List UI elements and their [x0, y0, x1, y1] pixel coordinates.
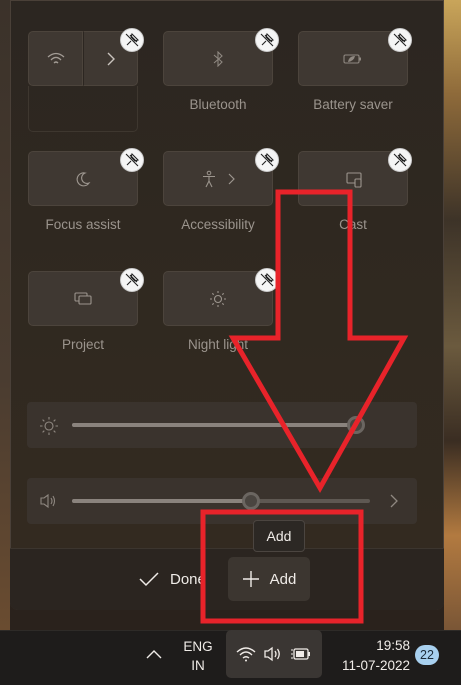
- tile-label: Project: [61, 337, 105, 352]
- unpin-icon: [393, 33, 407, 47]
- checkmark-icon: [139, 572, 159, 587]
- volume-thumb[interactable]: [241, 492, 260, 510]
- unpin-wifi-button[interactable]: [120, 28, 144, 52]
- add-label: Add: [269, 570, 297, 588]
- project-icon: [74, 291, 92, 305]
- battery-charging-icon: [291, 648, 311, 660]
- wifi-icon: [236, 647, 256, 662]
- desktop-wallpaper-left: [0, 0, 10, 630]
- language-region: IN: [191, 658, 205, 673]
- unpin-cast-button[interactable]: [388, 148, 412, 172]
- unpin-icon: [260, 273, 274, 287]
- done-label: Done: [170, 570, 206, 588]
- unpin-battery-saver-button[interactable]: [388, 28, 412, 52]
- add-button[interactable]: Add: [228, 557, 310, 601]
- sun-icon: [40, 417, 58, 435]
- add-tooltip: Add: [253, 520, 305, 552]
- cast-icon: [346, 172, 362, 188]
- language-indicator[interactable]: ENG IN: [178, 637, 218, 675]
- tile-label: Battery saver: [313, 97, 393, 112]
- unpin-bluetooth-button[interactable]: [255, 28, 279, 52]
- system-tray-quick-settings[interactable]: [226, 630, 322, 678]
- chevron-right-icon: [228, 173, 235, 184]
- tile-body: [28, 86, 138, 132]
- unpin-icon: [125, 153, 139, 167]
- notification-badge[interactable]: 22: [415, 645, 439, 665]
- clock-time: 19:58: [376, 638, 410, 653]
- unpin-icon: [260, 33, 274, 47]
- brightness-thumb[interactable]: [347, 416, 366, 434]
- night-light-icon: [210, 290, 226, 307]
- accessibility-icon: [203, 170, 215, 187]
- unpin-icon: [260, 153, 274, 167]
- unpin-icon: [125, 273, 139, 287]
- brightness-slider-row: [27, 402, 417, 448]
- wifi-icon: [47, 52, 64, 63]
- unpin-icon: [393, 153, 407, 167]
- unpin-focus-assist-button[interactable]: [120, 148, 144, 172]
- battery-saver-icon: [343, 53, 361, 64]
- done-button[interactable]: Done: [138, 564, 206, 594]
- tile-label: Accessibility: [181, 217, 255, 232]
- unpin-icon: [125, 33, 139, 47]
- unpin-night-light-button[interactable]: [255, 268, 279, 292]
- volume-slider-row: [27, 478, 417, 524]
- chevron-right-icon[interactable]: [389, 494, 399, 508]
- chevron-up-icon[interactable]: [146, 649, 162, 659]
- volume-fill: [72, 499, 251, 503]
- plus-icon: [242, 571, 259, 587]
- quick-settings-footer: [10, 548, 444, 610]
- wifi-toggle-button[interactable]: [28, 31, 83, 86]
- speaker-icon: [40, 493, 56, 509]
- chevron-right-icon: [107, 52, 115, 65]
- unpin-project-button[interactable]: [120, 268, 144, 292]
- clock-date: 11-07-2022: [341, 658, 410, 673]
- volume-icon: [264, 646, 280, 662]
- tile-label: Night light: [187, 337, 249, 352]
- desktop-wallpaper-right: [444, 0, 461, 630]
- moon-icon: [76, 171, 91, 186]
- unpin-accessibility-button[interactable]: [255, 148, 279, 172]
- language-code: ENG: [183, 639, 213, 654]
- clock[interactable]: 19:58 11-07-2022: [330, 636, 410, 676]
- tile-label: Bluetooth: [189, 97, 247, 112]
- tile-label: Cast: [339, 217, 367, 232]
- bluetooth-icon: [213, 50, 223, 67]
- brightness-fill: [72, 423, 357, 427]
- tile-label: Focus assist: [45, 217, 121, 232]
